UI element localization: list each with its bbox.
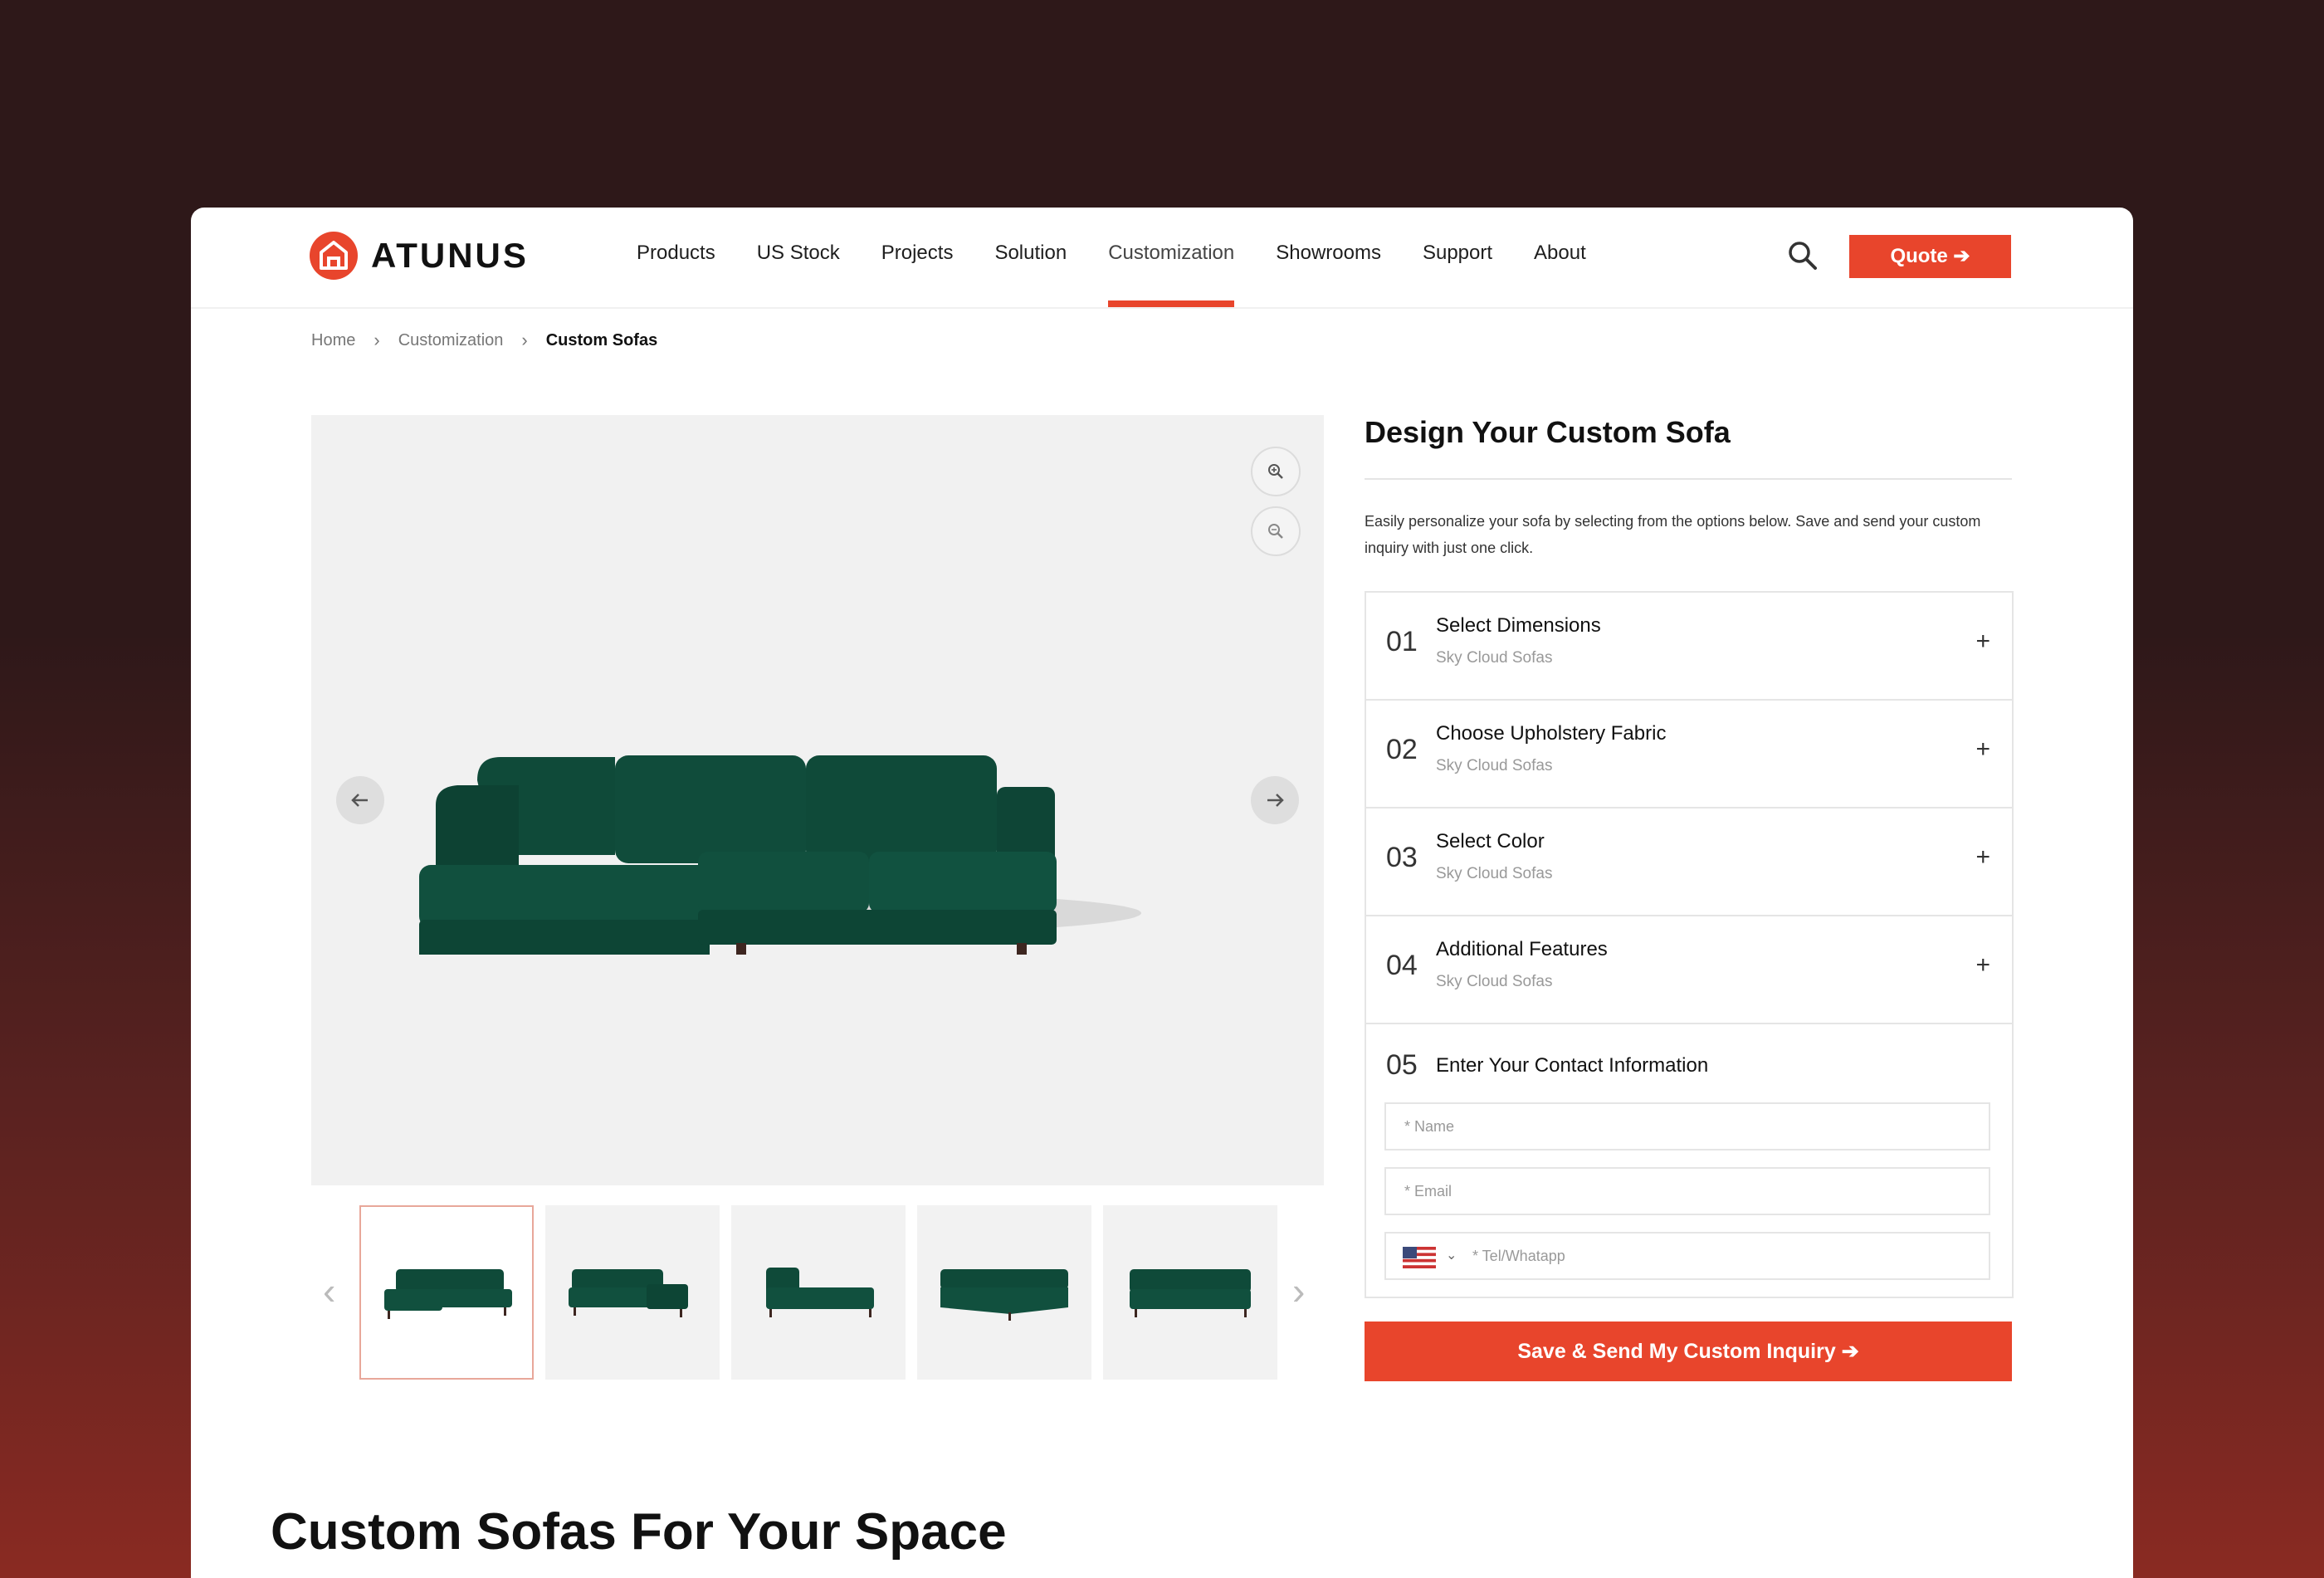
name-field[interactable]: * Name: [1384, 1102, 1990, 1151]
logo-icon: [310, 232, 358, 280]
step-choose-upholstery-fabric[interactable]: 02 Choose Upholstery Fabric Sky Cloud So…: [1366, 701, 2012, 809]
arrow-left-icon[interactable]: [336, 776, 384, 824]
zoom-out-icon[interactable]: [1251, 506, 1301, 556]
step-number: 03: [1386, 842, 1418, 873]
us-flag-icon[interactable]: [1403, 1247, 1436, 1268]
step-number: 04: [1386, 950, 1418, 981]
chevron-right-icon: ›: [521, 330, 528, 350]
logo[interactable]: ATUNUS: [310, 232, 529, 280]
main-nav: Products US Stock Projects Solution Cust…: [637, 208, 1628, 307]
plus-icon[interactable]: +: [1975, 735, 1990, 764]
divider: [1365, 478, 2012, 480]
site-header: ATUNUS Products US Stock Projects Soluti…: [191, 208, 2133, 309]
step-title: Select Color: [1436, 830, 1545, 853]
sofa-image: [419, 755, 1141, 955]
chevron-down-icon[interactable]: ⌄: [1446, 1234, 1457, 1278]
step-title: Enter Your Contact Information: [1436, 1054, 1709, 1077]
quote-button[interactable]: Quote ➔: [1849, 235, 2011, 278]
nav-projects[interactable]: Projects: [881, 208, 954, 307]
thumbnail-1[interactable]: [359, 1205, 534, 1380]
breadcrumb-home[interactable]: Home: [311, 331, 355, 350]
step-title: Additional Features: [1436, 938, 1608, 960]
nav-support[interactable]: Support: [1423, 208, 1492, 307]
thumbnail-image: [940, 1269, 1068, 1321]
step-select-dimensions[interactable]: 01 Select Dimensions Sky Cloud Sofas +: [1366, 593, 2012, 701]
breadcrumb-current: Custom Sofas: [545, 330, 658, 349]
thumbnail-image: [569, 1269, 688, 1317]
step-subtitle: Sky Cloud Sofas: [1436, 649, 1553, 667]
step-subtitle: Sky Cloud Sofas: [1436, 757, 1553, 774]
step-additional-features[interactable]: 04 Additional Features Sky Cloud Sofas +: [1366, 916, 2012, 1024]
save-send-inquiry-button[interactable]: Save & Send My Custom Inquiry ➔: [1365, 1322, 2012, 1381]
step-select-color[interactable]: 03 Select Color Sky Cloud Sofas +: [1366, 809, 2012, 916]
chevron-right-icon: ›: [374, 330, 380, 350]
plus-icon[interactable]: +: [1975, 951, 1990, 980]
step-title: Select Dimensions: [1436, 614, 1601, 637]
breadcrumb-customization[interactable]: Customization: [398, 331, 504, 350]
thumbnail-strip: ‹ ›: [311, 1205, 1324, 1381]
configurator-description: Easily personalize your sofa by selectin…: [1365, 513, 1981, 556]
step-subtitle: Sky Cloud Sofas: [1436, 973, 1553, 990]
thumbnail-image: [384, 1269, 512, 1319]
thumbnail-image: [1130, 1269, 1251, 1317]
tel-placeholder: * Tel/Whatapp: [1472, 1248, 1565, 1264]
thumbnail-5[interactable]: [1103, 1205, 1277, 1380]
product-image-viewer[interactable]: [311, 415, 1324, 1185]
nav-customization[interactable]: Customization: [1108, 208, 1235, 307]
arrow-right-icon[interactable]: [1251, 776, 1299, 824]
step-number: 05: [1386, 1049, 1418, 1081]
tel-field[interactable]: ⌄ * Tel/Whatapp: [1384, 1232, 1990, 1280]
nav-products[interactable]: Products: [637, 208, 715, 307]
section-title: Custom Sofas For Your Space: [271, 1503, 1007, 1561]
step-subtitle: Sky Cloud Sofas: [1436, 865, 1553, 882]
browser-page: ATUNUS Products US Stock Projects Soluti…: [191, 208, 2133, 1578]
step-number: 02: [1386, 734, 1418, 765]
thumbnail-3[interactable]: [731, 1205, 906, 1380]
thumbnail-4[interactable]: [917, 1205, 1091, 1380]
thumbnail-2[interactable]: [545, 1205, 720, 1380]
breadcrumb: Home › Customization › Custom Sofas: [311, 330, 657, 351]
nav-showrooms[interactable]: Showrooms: [1276, 208, 1381, 307]
configurator-title: Design Your Custom Sofa: [1365, 415, 1731, 449]
step-number: 01: [1386, 626, 1418, 657]
zoom-in-icon[interactable]: [1251, 447, 1301, 496]
email-field[interactable]: * Email: [1384, 1167, 1990, 1215]
step-title: Choose Upholstery Fabric: [1436, 722, 1667, 745]
plus-icon[interactable]: +: [1975, 843, 1990, 872]
thumb-prev-icon[interactable]: ‹: [323, 1272, 335, 1310]
thumb-next-icon[interactable]: ›: [1292, 1272, 1305, 1310]
search-icon[interactable]: [1786, 239, 1819, 272]
configurator-steps: 01 Select Dimensions Sky Cloud Sofas + 0…: [1365, 591, 2014, 1298]
step-contact-information: 05 Enter Your Contact Information * Name…: [1366, 1024, 2012, 1297]
plus-icon[interactable]: +: [1975, 628, 1990, 656]
nav-about[interactable]: About: [1534, 208, 1586, 307]
nav-us-stock[interactable]: US Stock: [757, 208, 840, 307]
nav-solution[interactable]: Solution: [994, 208, 1067, 307]
logo-text: ATUNUS: [371, 236, 529, 275]
thumbnail-image: [766, 1268, 874, 1317]
